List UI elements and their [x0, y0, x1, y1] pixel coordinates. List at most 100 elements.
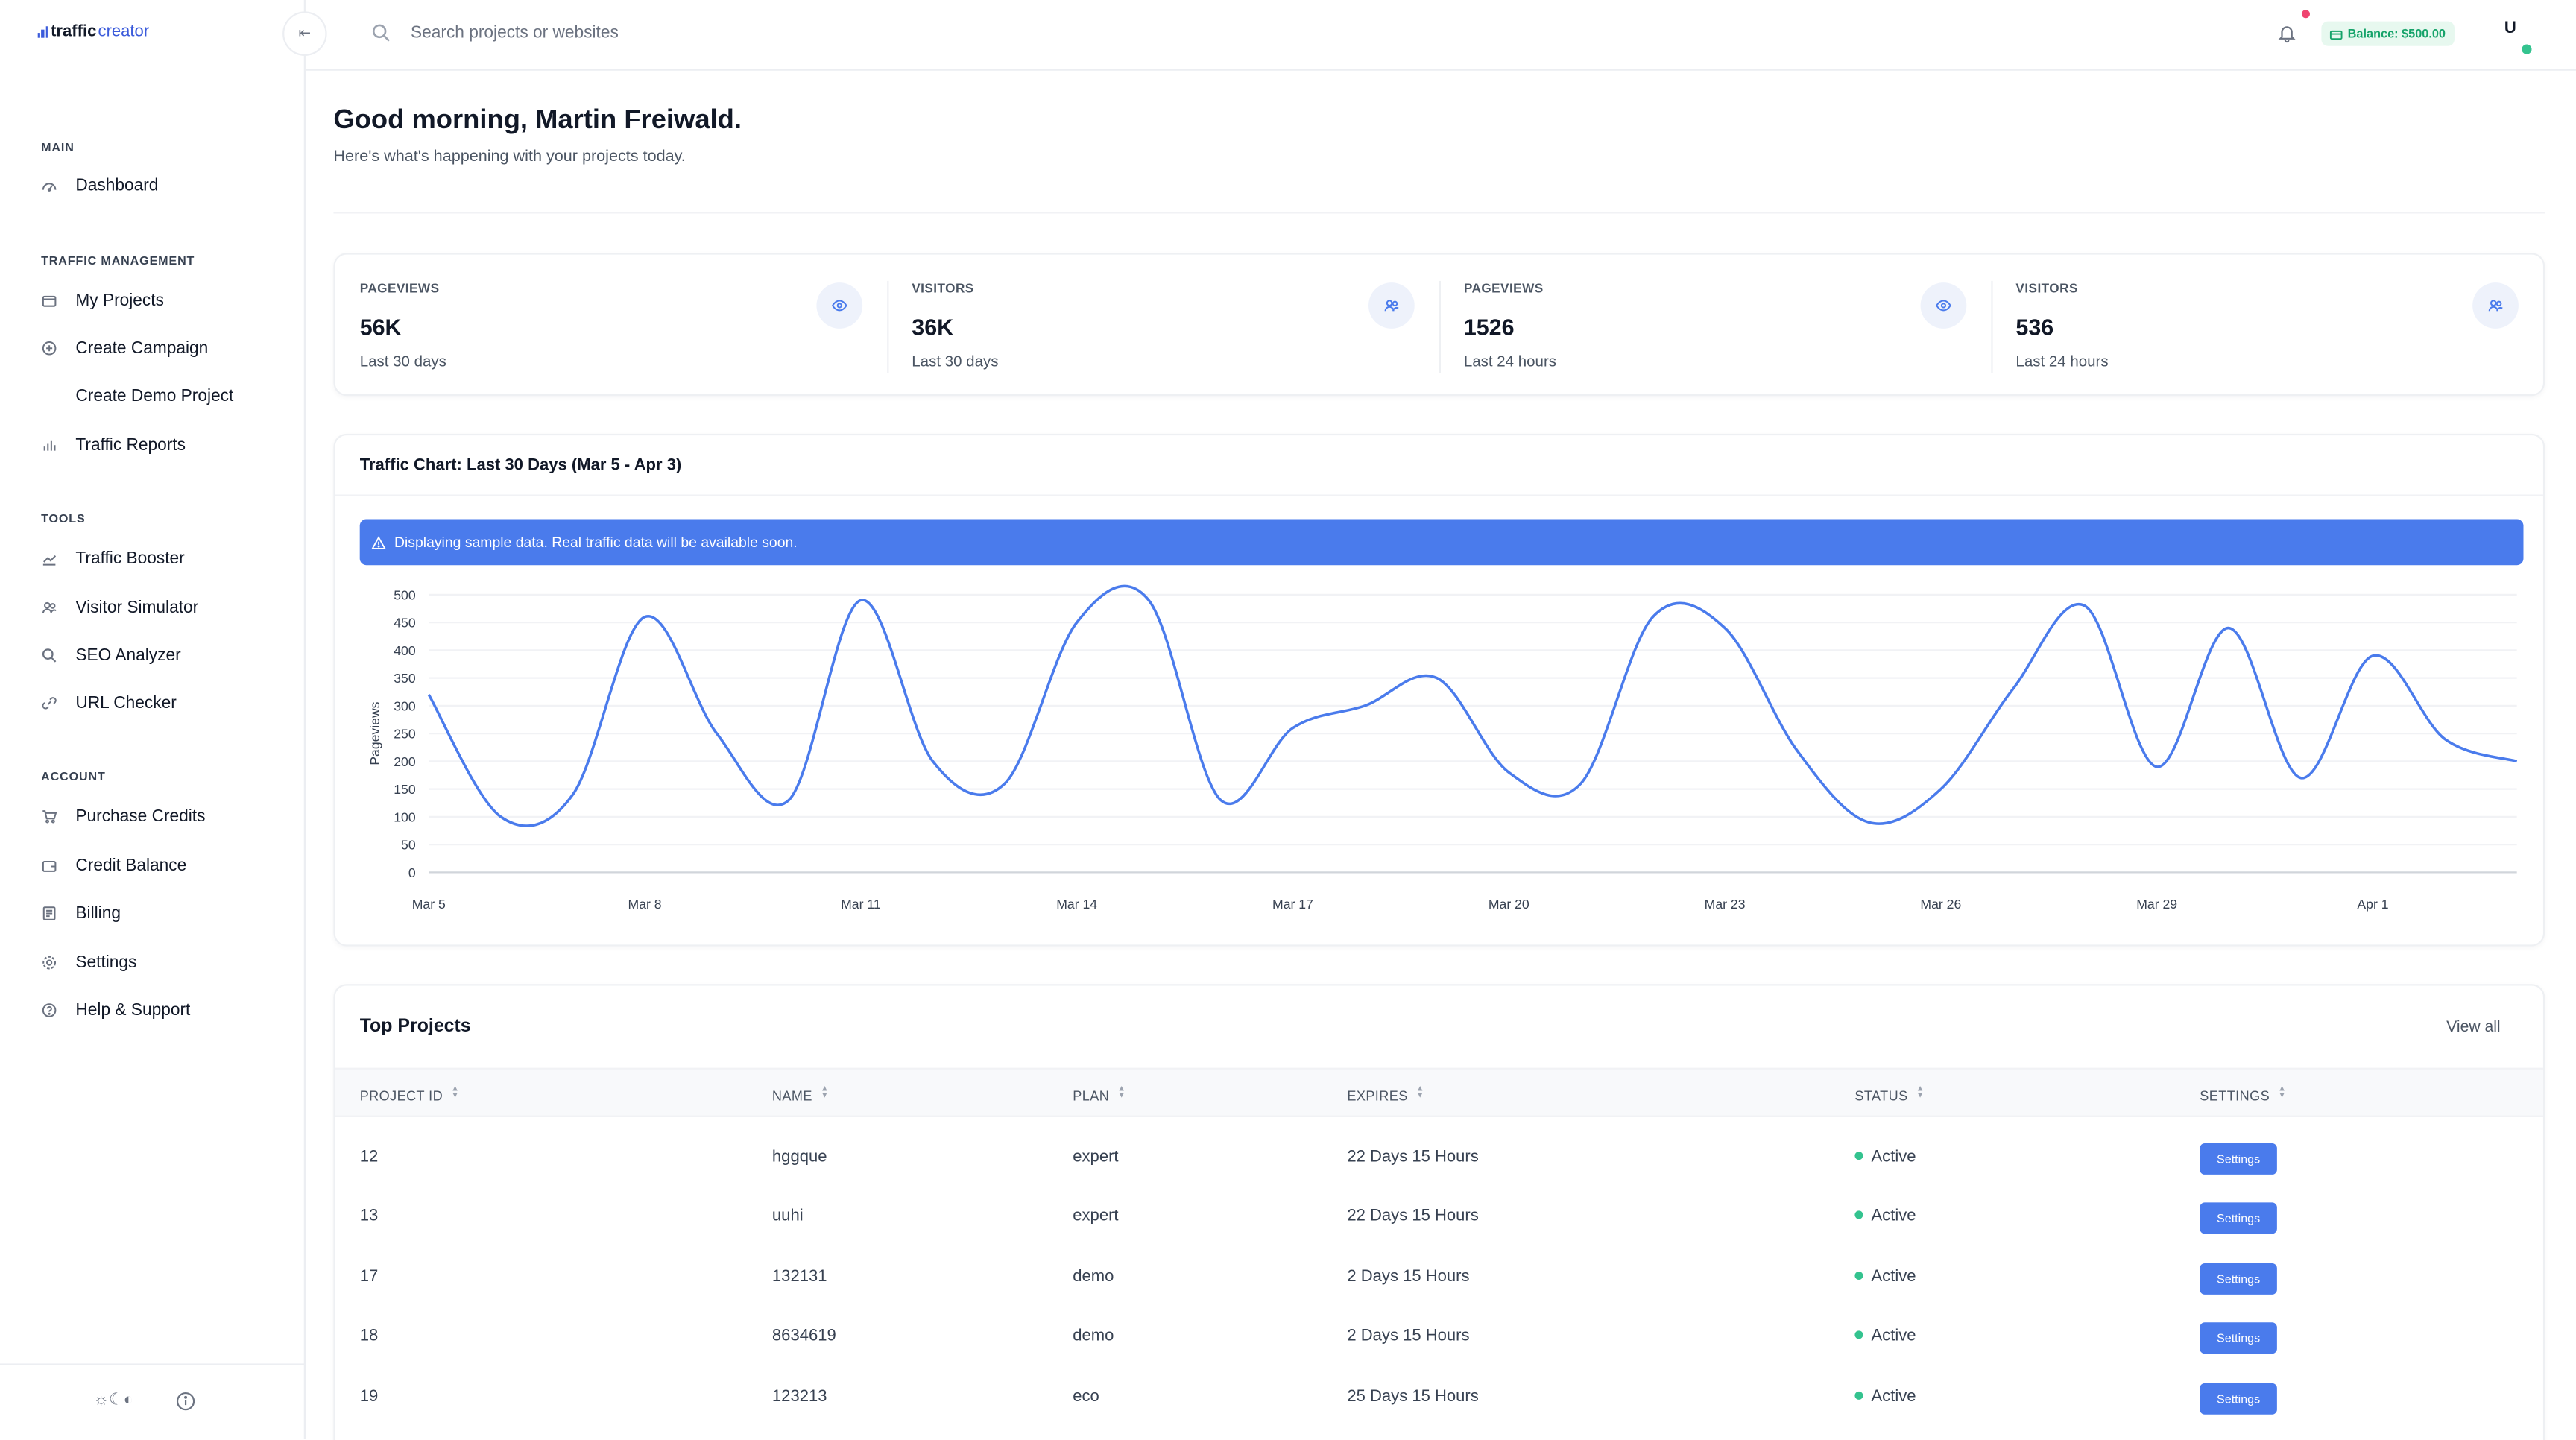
eye-icon: [816, 282, 863, 329]
cell-name: 123213: [771, 1388, 827, 1406]
sidebar-item-my-projects[interactable]: My Projects: [40, 286, 164, 316]
table-row[interactable]: 19 123213 eco 25 Days 15 Hours Active Se…: [335, 1368, 2543, 1427]
sidebar-item-seo-analyzer[interactable]: SEO Analyzer: [40, 641, 181, 671]
sort-icon: ▲ ▼: [1415, 1084, 1425, 1101]
x-tick-label: Apr 1: [2357, 897, 2388, 912]
online-status-dot: [2522, 44, 2532, 54]
column-header-expires[interactable]: EXPIRES ▲ ▼: [1347, 1084, 1425, 1105]
x-tick-label: Mar 17: [1272, 897, 1313, 912]
cell-status: Active: [1854, 1128, 1916, 1187]
wallet-icon: [2329, 29, 2343, 40]
help-icon: [40, 1001, 57, 1019]
info-icon[interactable]: [176, 1392, 195, 1411]
blank-icon: [40, 387, 57, 405]
table-row[interactable]: 13 uuhi expert 22 Days 15 Hours Active S…: [335, 1188, 2543, 1247]
traffic-chart-card: Traffic Chart: Last 30 Days (Mar 5 - Apr…: [333, 433, 2547, 947]
cell-status: Active: [1854, 1188, 1916, 1247]
table-row[interactable]: 18 8634619 demo 2 Days 15 Hours Active S…: [335, 1307, 2543, 1366]
bell-icon[interactable]: [2277, 23, 2296, 43]
traffic-line-chart[interactable]: 0 50 100 150 200 250 300 350 400 450 500 Mar 5 Mar 8…: [335, 566, 2547, 938]
sidebar-item-label: SEO Analyzer: [75, 646, 181, 665]
sidebar-item-dashboard[interactable]: Dashboard: [40, 171, 159, 200]
column-header-status[interactable]: STATUS ▲ ▼: [1854, 1084, 1925, 1104]
sidebar-item-visitor-simulator[interactable]: Visitor Simulator: [40, 593, 198, 623]
y-tick-label: 250: [394, 727, 416, 742]
sidebar-item-settings[interactable]: Settings: [40, 948, 137, 978]
cell-expires: 22 Days 15 Hours: [1347, 1207, 1479, 1226]
nav-section-traffic-management: TRAFFIC MANAGEMENT: [41, 253, 195, 268]
cell-plan: demo: [1073, 1327, 1114, 1346]
sidebar-footer: ☼ ☾ ◐: [0, 1363, 306, 1439]
cell-project-id: 18: [359, 1327, 379, 1346]
brand-logo[interactable]: traffic creator: [37, 23, 149, 41]
y-tick-label: 0: [408, 865, 416, 880]
column-header-name[interactable]: NAME ▲ ▼: [772, 1085, 829, 1104]
cell-name: 132131: [771, 1268, 827, 1286]
stat-period: Last 30 days: [359, 353, 446, 370]
sidebar-item-label: Visitor Simulator: [75, 599, 199, 617]
x-tick-label: Mar 5: [412, 897, 446, 912]
sidebar-item-billing[interactable]: Billing: [40, 899, 121, 929]
column-header-project-id[interactable]: PROJECT ID ▲ ▼: [360, 1085, 460, 1104]
settings-button[interactable]: Settings: [2200, 1143, 2277, 1175]
cell-plan: expert: [1073, 1207, 1119, 1226]
users-icon: [1368, 282, 1415, 329]
sidebar-item-purchase-credits[interactable]: Purchase Credits: [40, 802, 205, 832]
column-label: PLAN: [1073, 1089, 1110, 1105]
column-header-settings[interactable]: SETTINGS ▲ ▼: [2200, 1085, 2286, 1105]
sample-data-alert: Displaying sample data. Real traffic dat…: [359, 519, 2524, 566]
settings-button[interactable]: Settings: [2200, 1383, 2277, 1415]
moon-icon: ☾: [108, 1391, 124, 1410]
sun-icon: ☼: [93, 1391, 109, 1410]
x-tick-label: Mar 23: [1705, 897, 1746, 912]
cell-status: Active: [1854, 1307, 1916, 1366]
status-dot: [1854, 1271, 1863, 1280]
column-label: SETTINGS: [2200, 1089, 2270, 1105]
search-input[interactable]: [411, 18, 1035, 48]
topbar: Balance: $500.00 U: [305, 0, 2576, 71]
y-tick-label: 100: [394, 809, 416, 824]
users-icon: [40, 599, 57, 616]
balance-badge[interactable]: Balance: $500.00: [2321, 21, 2454, 46]
avatar[interactable]: U: [2498, 19, 2522, 45]
status-label: Active: [1871, 1207, 1916, 1226]
alert-text: Displaying sample data. Real traffic dat…: [394, 534, 798, 551]
sidebar-item-traffic-booster[interactable]: Traffic Booster: [40, 544, 185, 574]
column-header-plan[interactable]: PLAN ▲ ▼: [1073, 1084, 1126, 1105]
bar-chart-icon: [40, 436, 57, 454]
column-label: EXPIRES: [1347, 1089, 1408, 1105]
cell-status: Active: [1854, 1368, 1916, 1427]
collapse-arrow-icon: ⇤: [298, 25, 312, 42]
app-root: traffic creator MAIN Dashboard TRAFFIC MA…: [0, 0, 2576, 1440]
table-row[interactable]: 17 132131 demo 2 Days 15 Hours Active Se…: [335, 1248, 2543, 1307]
link-icon: [40, 694, 57, 712]
sidebar-item-traffic-reports[interactable]: Traffic Reports: [40, 430, 186, 460]
y-tick-label: 200: [394, 754, 416, 769]
settings-button[interactable]: Settings: [2200, 1202, 2277, 1234]
sidebar-item-create-campaign[interactable]: Create Campaign: [40, 333, 208, 363]
sort-icon: ▲ ▼: [1117, 1084, 1126, 1101]
stat-visitors-30d: VISITORS 36K Last 30 days: [887, 255, 1439, 398]
x-tick-label: Mar 14: [1056, 897, 1097, 912]
sidebar-item-help-support[interactable]: Help & Support: [40, 996, 190, 1026]
sidebar-item-credit-balance[interactable]: Credit Balance: [40, 851, 186, 881]
sidebar-collapse-button[interactable]: ⇤: [282, 11, 327, 56]
view-all-link[interactable]: View all: [2446, 1019, 2500, 1037]
settings-button[interactable]: Settings: [2200, 1322, 2277, 1354]
stat-value: 536: [2015, 315, 2054, 341]
sidebar-item-create-demo-project[interactable]: Create Demo Project: [40, 381, 233, 411]
table-row[interactable]: 12 hggque expert 22 Days 15 Hours Active…: [335, 1128, 2543, 1187]
stat-label: VISITORS: [2015, 280, 2078, 296]
theme-toggle[interactable]: ☼ ☾ ◐: [94, 1392, 133, 1409]
cart-icon: [40, 807, 57, 825]
settings-button[interactable]: Settings: [2200, 1263, 2277, 1295]
nav-section-tools: TOOLS: [41, 511, 86, 526]
y-tick-label: 400: [394, 643, 416, 658]
wallet-icon: [40, 856, 57, 874]
sort-icon: ▲ ▼: [1916, 1084, 1925, 1101]
sidebar-item-url-checker[interactable]: URL Checker: [40, 689, 177, 719]
gear-icon: [40, 953, 57, 971]
y-tick-label: 350: [394, 671, 416, 686]
search-icon: [40, 646, 57, 664]
stat-value: 56K: [359, 315, 402, 341]
